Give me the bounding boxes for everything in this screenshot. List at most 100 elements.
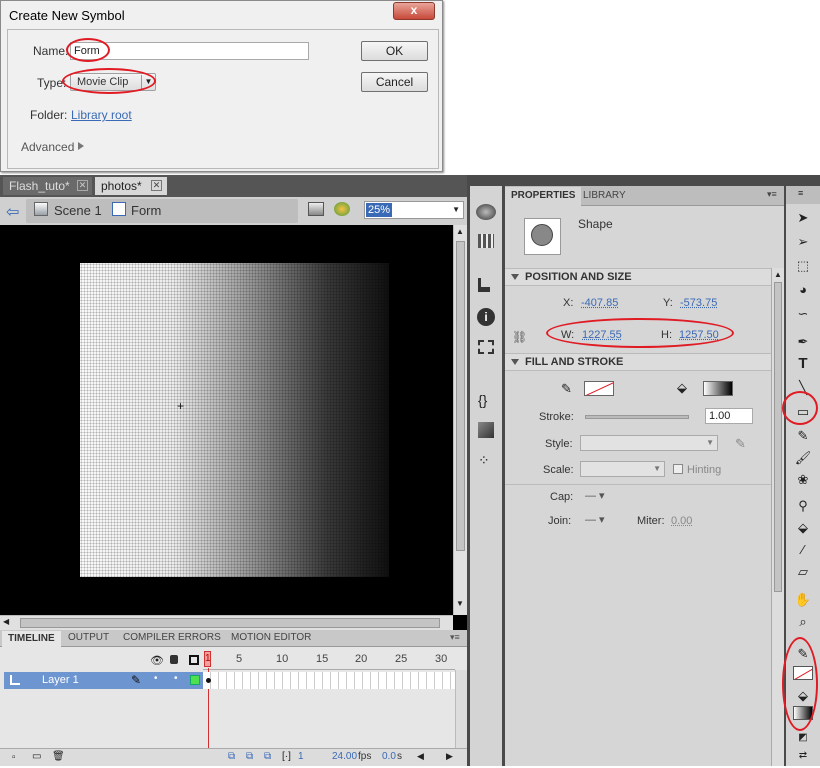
doc-tab-photos[interactable]: photos* ✕ [95,177,167,195]
actions-icon[interactable]: {} [478,392,487,408]
x-value[interactable]: -407.85 [581,297,618,309]
timeline-vertical-scrollbar[interactable] [455,670,467,748]
tab-timeline[interactable]: TIMELINE [2,631,61,647]
link-icon[interactable]: ⛓ [512,330,527,344]
zoom-select[interactable]: 25% ▼ [364,201,464,219]
components-icon[interactable] [478,422,494,438]
frame-rate[interactable]: 24.00 [332,751,357,762]
paint-bucket-tool-icon[interactable]: ⬙ [792,518,814,538]
ok-button[interactable]: OK [361,41,428,61]
pen-tool-icon[interactable]: ✒ [792,332,814,352]
hinting-checkbox[interactable] [673,464,683,474]
stroke-input[interactable]: 1.00 [705,408,753,424]
stroke-slider[interactable] [585,415,689,419]
h-value[interactable]: 1257.50 [679,329,719,341]
new-layer-icon[interactable]: ▫ [12,752,16,763]
cancel-button[interactable]: Cancel [361,72,428,92]
deco-tool-icon[interactable]: ❀ [792,470,814,490]
layer-color-swatch[interactable] [190,675,200,685]
swap-colors-icon[interactable]: ⇄ [792,746,814,766]
edit-scene-icon[interactable] [308,202,324,216]
tab-motion-editor[interactable]: MOTION EDITOR [228,632,314,643]
edit-multiple-frames-icon[interactable]: ⧉ [264,751,271,762]
miter-value[interactable]: 0.00 [671,515,692,527]
chevron-down-icon[interactable]: ▼ [456,599,464,608]
properties-scrollbar[interactable]: ▲ [771,268,784,766]
chevron-up-icon[interactable]: ▲ [456,227,464,236]
symbol-breadcrumb[interactable]: Form [131,203,161,218]
tab-compiler-errors[interactable]: COMPILER ERRORS [120,632,224,643]
tab-library[interactable]: LIBRARY [583,190,626,201]
close-icon[interactable]: ✕ [151,180,162,191]
panel-menu-icon[interactable]: ▾≡ [767,189,777,200]
close-icon[interactable]: ✕ [77,180,88,191]
layer-row[interactable]: Layer 1 ✎ • • [4,672,203,689]
info-icon[interactable]: i [477,308,495,326]
3d-rotation-icon[interactable]: ◕ [792,280,814,300]
scroll-thumb[interactable] [456,241,465,551]
fill-color-swatch[interactable] [703,381,733,396]
y-value[interactable]: -573.75 [680,297,717,309]
scroll-thumb[interactable] [20,618,440,628]
eraser-tool-icon[interactable]: ▱ [792,562,814,582]
onion-outline-icon[interactable]: ⧉ [246,751,253,762]
pencil-tool-icon[interactable]: ✎ [792,426,814,446]
edit-symbols-icon[interactable] [334,202,350,216]
align-icon[interactable] [478,234,494,248]
stroke-color-chip[interactable] [793,666,813,680]
stage-area[interactable]: + ▲ ▼ ◀ [0,225,467,630]
scene-breadcrumb[interactable]: Scene 1 [54,203,102,218]
fill-color-icon[interactable]: ⬙ [792,686,814,706]
swatches-icon[interactable] [476,204,496,220]
visibility-dot[interactable]: • [154,673,158,684]
bone-tool-icon[interactable]: ⚲ [792,496,814,516]
advanced-toggle[interactable]: Advanced [21,140,74,154]
rectangle-tool-icon[interactable]: ▭ [792,402,814,422]
brush-tool-icon[interactable]: 🖌 [792,448,814,468]
name-input[interactable]: Form [70,42,309,60]
tab-output[interactable]: OUTPUT [64,632,113,643]
panel-menu-icon[interactable]: ≡ [798,188,803,198]
text-tool-icon[interactable]: T [792,354,814,374]
stroke-color-swatch[interactable] [584,381,614,396]
doc-tab-flash-tuto[interactable]: Flash_tuto* ✕ [3,177,92,195]
expand-arrow-icon[interactable] [78,142,84,150]
line-tool-icon[interactable]: ╲ [792,378,814,398]
lock-dot[interactable]: • [174,673,178,684]
w-value[interactable]: 1227.55 [582,329,622,341]
close-button[interactable]: x [393,2,435,20]
chevron-left-icon[interactable]: ◀ [417,751,424,762]
zoom-tool-icon[interactable]: ⌕ [792,612,814,632]
motion-presets-icon[interactable]: ⁘ [478,452,490,469]
chevron-right-icon[interactable]: ▶ [446,751,453,762]
new-folder-icon[interactable]: ▭ [32,751,41,762]
chevron-left-icon[interactable]: ◀ [3,617,9,626]
scene-panel-icon[interactable] [478,340,494,354]
frame-strip[interactable] [203,672,455,689]
selection-tool-icon[interactable]: ➤ [792,208,814,228]
style-select[interactable]: ▼ [580,435,718,451]
onion-skin-icon[interactable]: ⧉ [228,751,235,762]
fill-color-chip[interactable] [793,706,813,720]
transform-icon[interactable] [478,278,490,292]
hand-tool-icon[interactable]: ✋ [792,590,814,610]
type-select[interactable]: Movie Clip ▼ [70,73,156,91]
scale-select[interactable]: ▼ [580,461,665,477]
pencil-edit-icon[interactable]: ✎ [735,436,746,452]
eyedropper-tool-icon[interactable]: ⁄ [792,540,814,560]
vertical-scrollbar[interactable]: ▲ ▼ [453,225,467,615]
horizontal-scrollbar[interactable]: ◀ [0,615,453,630]
stroke-color-icon[interactable]: ✎ [792,644,814,664]
layer-name[interactable]: Layer 1 [42,674,79,686]
panel-menu-icon[interactable]: ▾≡ [450,632,460,643]
free-transform-icon[interactable]: ⬚ [792,256,814,276]
outline-icon[interactable] [189,655,199,665]
chevron-up-icon[interactable]: ▲ [774,270,782,279]
keyframe[interactable] [206,678,211,683]
trash-icon[interactable]: 🗑 [52,751,65,762]
tab-properties[interactable]: PROPERTIES [505,187,582,206]
frame-ruler[interactable]: 1 5 10 15 20 25 30 [203,650,455,670]
folder-link[interactable]: Library root [71,108,132,122]
black-white-icon[interactable]: ◩ [792,728,814,748]
back-arrow-icon[interactable]: ⇦ [6,202,19,222]
